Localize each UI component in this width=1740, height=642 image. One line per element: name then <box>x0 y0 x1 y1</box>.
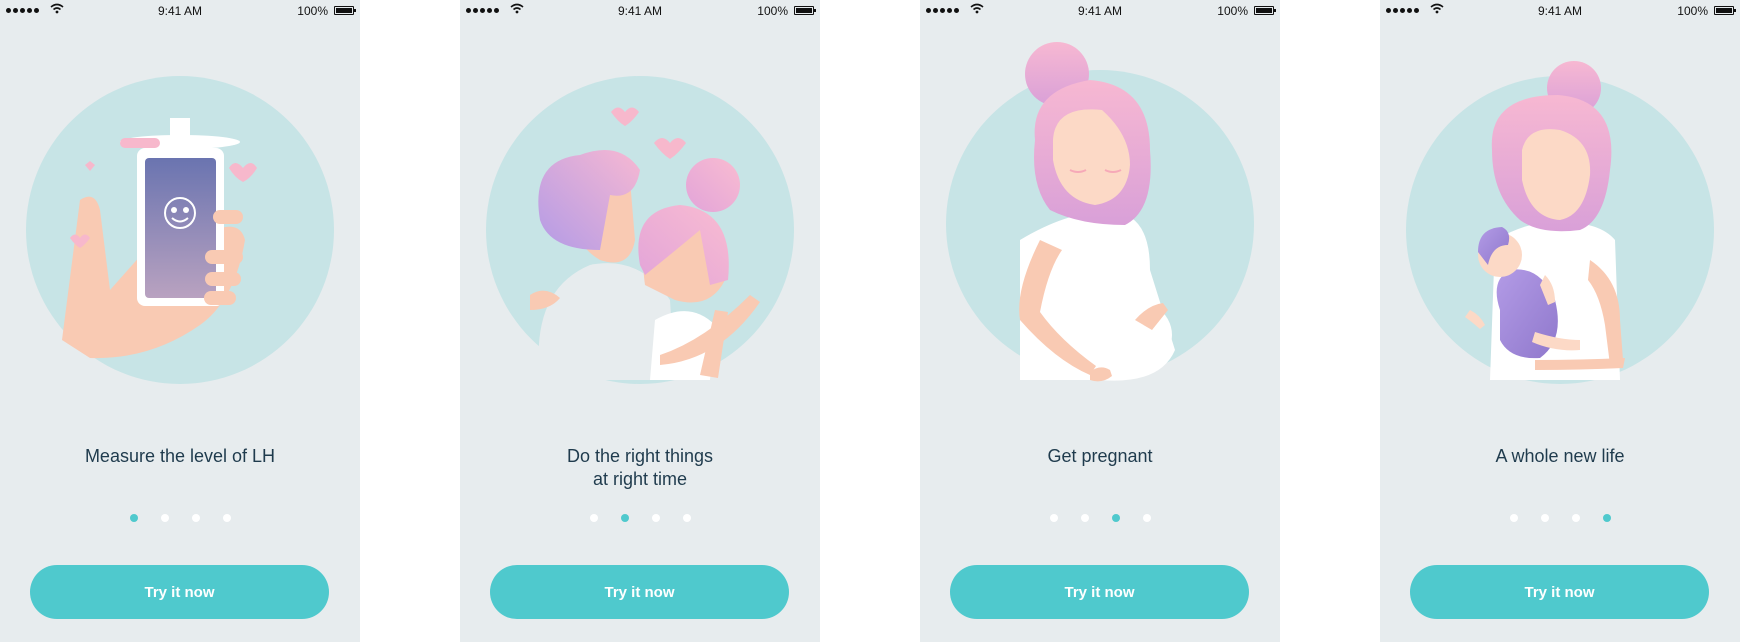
try-it-now-button[interactable]: Try it now <box>490 565 789 619</box>
page-dot[interactable] <box>191 514 200 522</box>
battery-icon <box>334 6 356 15</box>
page-indicator <box>1380 514 1740 522</box>
page-indicator <box>0 514 360 522</box>
page-dot[interactable] <box>1509 514 1518 522</box>
battery-percent: 100% <box>757 4 788 18</box>
battery-percent: 100% <box>1217 4 1248 18</box>
hand-holding-phone-illustration <box>26 76 334 384</box>
page-dot[interactable] <box>1540 514 1549 522</box>
page-dot[interactable] <box>1080 514 1089 522</box>
page-dot[interactable] <box>1142 514 1151 522</box>
page-dot[interactable] <box>1602 514 1611 522</box>
status-bar: 9:41 AM 100% <box>460 0 820 22</box>
page-dot[interactable] <box>589 514 598 522</box>
status-bar: 9:41 AM 100% <box>920 0 1280 22</box>
onboarding-screen-2: 9:41 AM 100% Do the right things at righ… <box>460 0 820 642</box>
page-dot[interactable] <box>682 514 691 522</box>
try-it-now-button[interactable]: Try it now <box>950 565 1249 619</box>
page-indicator <box>460 514 820 522</box>
battery-icon <box>1714 6 1736 15</box>
page-dot[interactable] <box>1111 514 1120 522</box>
page-indicator <box>920 514 1280 522</box>
onboarding-caption: Measure the level of LH <box>84 446 276 466</box>
onboarding-screen-1: 9:41 AM 100% Measure the level of LH Try… <box>0 0 360 642</box>
onboarding-caption: Get pregnant <box>1047 446 1153 466</box>
battery-icon <box>794 6 816 15</box>
try-it-now-button[interactable]: Try it now <box>30 565 329 619</box>
page-dot[interactable] <box>160 514 169 522</box>
battery-percent: 100% <box>1677 4 1708 18</box>
status-bar: 9:41 AM 100% <box>0 0 360 22</box>
onboarding-screen-4: 9:41 AM 100% A whole new life Try it now <box>1380 0 1740 642</box>
onboarding-caption: A whole new life <box>1495 446 1625 466</box>
couple-hugging-illustration <box>486 76 794 384</box>
status-bar: 9:41 AM 100% <box>1380 0 1740 22</box>
pregnant-woman-illustration <box>946 42 1254 382</box>
onboarding-caption: Do the right things at right time <box>566 446 714 489</box>
page-dot[interactable] <box>1049 514 1058 522</box>
page-dot[interactable] <box>222 514 231 522</box>
page-dot[interactable] <box>129 514 138 522</box>
battery-icon <box>1254 6 1276 15</box>
page-dot[interactable] <box>620 514 629 522</box>
try-it-now-button[interactable]: Try it now <box>1410 565 1709 619</box>
battery-percent: 100% <box>297 4 328 18</box>
onboarding-screen-3: 9:41 AM 100% Get pregnant Try it now <box>920 0 1280 642</box>
page-dot[interactable] <box>1571 514 1580 522</box>
page-dot[interactable] <box>651 514 660 522</box>
mother-with-baby-illustration <box>1406 61 1714 384</box>
